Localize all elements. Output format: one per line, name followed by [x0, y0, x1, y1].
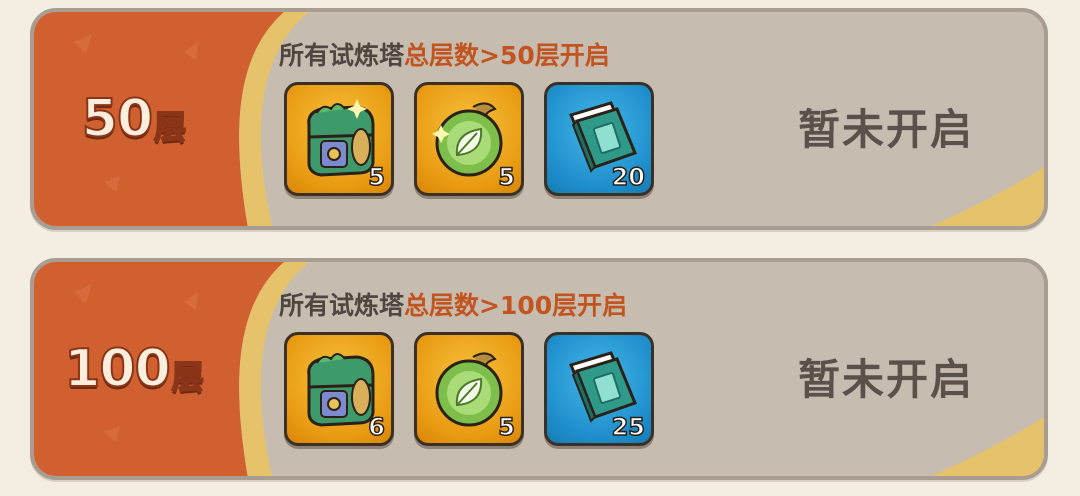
reward-item-book[interactable]: 25 [544, 332, 654, 446]
condition-highlight: 总层数>100层开启 [404, 291, 628, 320]
item-quantity: 5 [368, 162, 386, 192]
reward-item-orb[interactable]: 5 [414, 82, 524, 196]
reward-items: 5 5 20 [284, 82, 654, 196]
reward-item-book[interactable]: 20 [544, 82, 654, 196]
floor-label: 100 层 [34, 262, 234, 476]
reward-card: 100 层 所有试炼塔总层数>100层开启 6 5 25 暂未开启 [30, 258, 1048, 480]
item-quantity: 20 [611, 162, 646, 192]
floor-label: 50 层 [34, 12, 234, 226]
item-quantity: 25 [611, 412, 646, 442]
floor-unit: 层 [171, 357, 205, 397]
floor-number: 100 [63, 338, 172, 400]
unlock-condition: 所有试炼塔总层数>50层开启 [279, 36, 610, 72]
unlock-condition: 所有试炼塔总层数>100层开启 [279, 286, 627, 322]
reward-item-chest[interactable]: 6 [284, 332, 394, 446]
reward-item-chest[interactable]: 5 [284, 82, 394, 196]
reward-item-orb[interactable]: 5 [414, 332, 524, 446]
condition-prefix: 所有试炼塔 [279, 41, 405, 70]
item-quantity: 5 [498, 412, 516, 442]
floor-number: 50 [81, 88, 154, 150]
reward-items: 6 5 25 [284, 332, 654, 446]
condition-prefix: 所有试炼塔 [279, 291, 405, 320]
condition-highlight: 总层数>50层开启 [404, 41, 610, 70]
floor-unit: 层 [153, 107, 187, 147]
item-quantity: 6 [368, 412, 386, 442]
reward-card: 50 层 所有试炼塔总层数>50层开启 5 5 20 暂未开启 [30, 8, 1048, 230]
item-quantity: 5 [498, 162, 516, 192]
status-label: 暂未开启 [797, 105, 974, 154]
status-label: 暂未开启 [797, 355, 974, 404]
